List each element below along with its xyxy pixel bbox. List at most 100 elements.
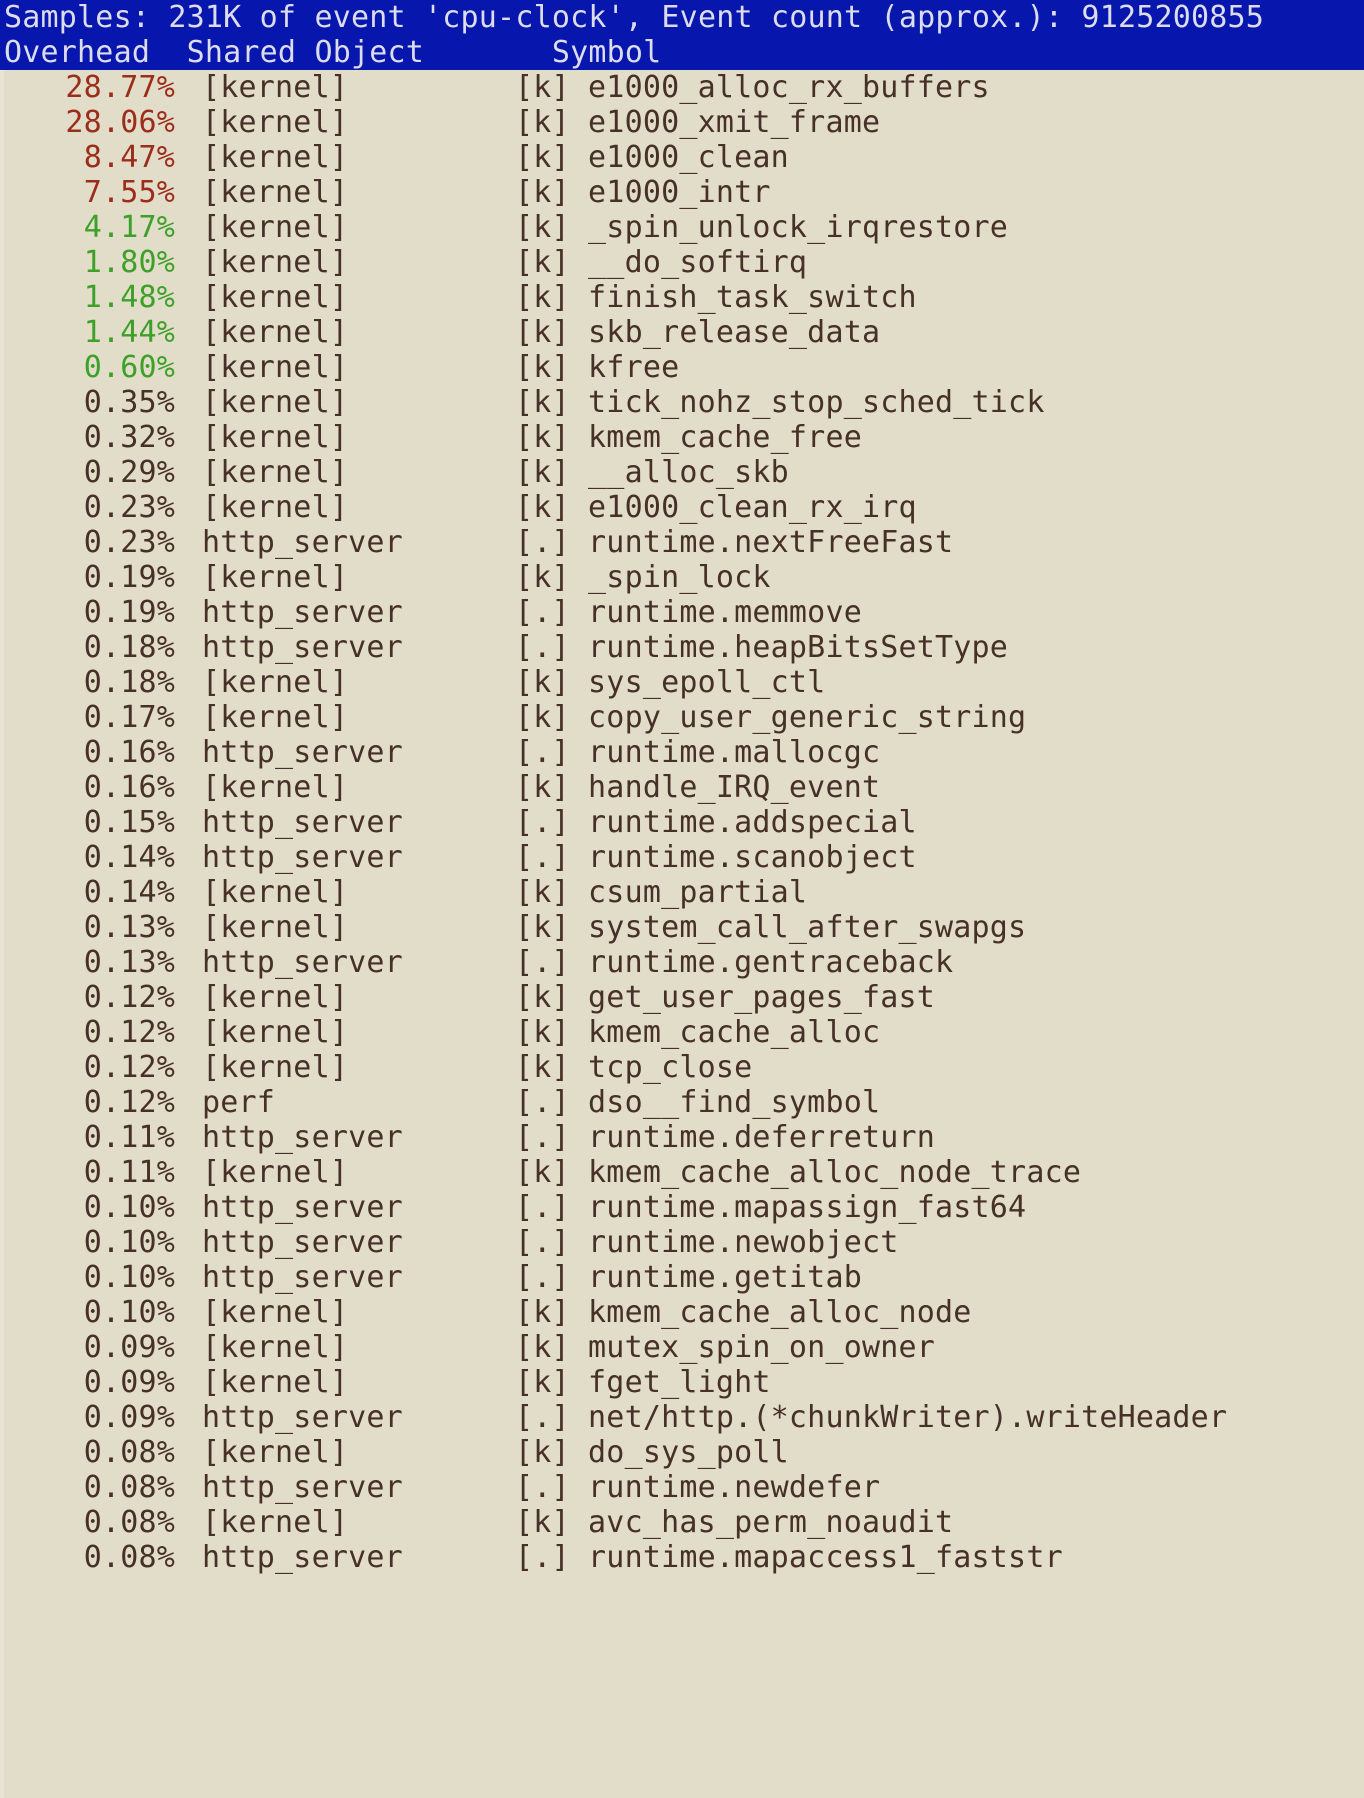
shared-object-cell: http_server xyxy=(202,735,403,770)
shared-object-cell: http_server xyxy=(202,1120,403,1155)
table-row[interactable]: 0.16% [kernel] [k] handle_IRQ_event xyxy=(0,770,1364,805)
symbol-cell: [.] runtime.newobject xyxy=(515,1225,899,1260)
shared-object-cell: [kernel] xyxy=(202,385,349,420)
symbol-cell: [k] e1000_intr xyxy=(515,175,771,210)
table-row[interactable]: 1.44% [kernel] [k] skb_release_data xyxy=(0,315,1364,350)
symbol-cell: [.] runtime.newdefer xyxy=(515,1470,881,1505)
shared-object-cell: [kernel] xyxy=(202,875,349,910)
overhead-cell: 4.17% xyxy=(83,210,175,245)
table-row[interactable]: 8.47% [kernel] [k] e1000_clean xyxy=(0,140,1364,175)
report-header: Samples: 231K of event 'cpu-clock', Even… xyxy=(0,0,1364,70)
symbol-cell: [k] sys_epoll_ctl xyxy=(515,665,826,700)
shared-object-cell: http_server xyxy=(202,1470,403,1505)
overhead-cell: 0.19% xyxy=(83,560,175,595)
table-row[interactable]: 28.06% [kernel] [k] e1000_xmit_frame xyxy=(0,105,1364,140)
symbol-cell: [k] e1000_clean_rx_irq xyxy=(515,490,917,525)
overhead-cell: 0.23% xyxy=(83,525,175,560)
table-row[interactable]: 0.10% http_server [.] runtime.getitab xyxy=(0,1260,1364,1295)
table-row[interactable]: 0.60% [kernel] [k] kfree xyxy=(0,350,1364,385)
table-row[interactable]: 0.09% [kernel] [k] fget_light xyxy=(0,1365,1364,1400)
shared-object-cell: [kernel] xyxy=(202,1435,349,1470)
table-row[interactable]: 0.23% [kernel] [k] e1000_clean_rx_irq xyxy=(0,490,1364,525)
symbol-cell: [k] kmem_cache_free xyxy=(515,420,862,455)
table-row[interactable]: 0.17% [kernel] [k] copy_user_generic_strin… xyxy=(0,700,1364,735)
table-row[interactable]: 0.08% http_server [.] runtime.mapaccess1_f… xyxy=(0,1540,1364,1575)
symbol-cell: [k] tick_nohz_stop_sched_tick xyxy=(515,385,1045,420)
shared-object-cell: [kernel] xyxy=(202,280,349,315)
symbol-cell: [k] _spin_lock xyxy=(515,560,771,595)
table-row[interactable]: 0.12% [kernel] [k] tcp_close xyxy=(0,1050,1364,1085)
symbol-cell: [k] get_user_pages_fast xyxy=(515,980,936,1015)
shared-object-cell: [kernel] xyxy=(202,1295,349,1330)
overhead-cell: 0.08% xyxy=(83,1435,175,1470)
shared-object-cell: http_server xyxy=(202,1540,403,1575)
table-row[interactable]: 0.11% http_server [.] runtime.deferreturn xyxy=(0,1120,1364,1155)
table-row[interactable]: 0.35% [kernel] [k] tick_nohz_stop_sched_ti… xyxy=(0,385,1364,420)
table-row[interactable]: 0.08% http_server [.] runtime.newdefer xyxy=(0,1470,1364,1505)
table-row[interactable]: 0.18% [kernel] [k] sys_epoll_ctl xyxy=(0,665,1364,700)
table-row[interactable]: 0.09% [kernel] [k] mutex_spin_on_owner xyxy=(0,1330,1364,1365)
shared-object-cell: [kernel] xyxy=(202,1365,349,1400)
symbol-cell: [.] runtime.mapaccess1_faststr xyxy=(515,1540,1063,1575)
overhead-cell: 0.18% xyxy=(83,665,175,700)
symbol-cell: [k] handle_IRQ_event xyxy=(515,770,881,805)
symbol-cell: [.] runtime.addspecial xyxy=(515,805,917,840)
overhead-cell: 0.08% xyxy=(83,1505,175,1540)
table-row[interactable]: 0.12% [kernel] [k] kmem_cache_alloc xyxy=(0,1015,1364,1050)
table-row[interactable]: 0.08% [kernel] [k] do_sys_poll xyxy=(0,1435,1364,1470)
symbol-cell: [.] runtime.mapassign_fast64 xyxy=(515,1190,1027,1225)
overhead-cell: 0.35% xyxy=(83,385,175,420)
table-row[interactable]: 0.32% [kernel] [k] kmem_cache_free xyxy=(0,420,1364,455)
symbol-cell: [k] avc_has_perm_noaudit xyxy=(515,1505,954,1540)
table-row[interactable]: 4.17% [kernel] [k] _spin_unlock_irqrestore xyxy=(0,210,1364,245)
table-row[interactable]: 0.14% [kernel] [k] csum_partial xyxy=(0,875,1364,910)
overhead-cell: 7.55% xyxy=(83,175,175,210)
table-row[interactable]: 0.19% [kernel] [k] _spin_lock xyxy=(0,560,1364,595)
overhead-cell: 0.19% xyxy=(83,595,175,630)
table-row[interactable]: 0.10% http_server [.] runtime.newobject xyxy=(0,1225,1364,1260)
table-row[interactable]: 1.48% [kernel] [k] finish_task_switch xyxy=(0,280,1364,315)
overhead-cell: 0.18% xyxy=(83,630,175,665)
shared-object-cell: [kernel] xyxy=(202,665,349,700)
overhead-cell: 0.10% xyxy=(83,1190,175,1225)
table-row[interactable]: 0.18% http_server [.] runtime.heapBitsSetT… xyxy=(0,630,1364,665)
table-row[interactable]: 7.55% [kernel] [k] e1000_intr xyxy=(0,175,1364,210)
table-row[interactable]: 0.13% http_server [.] runtime.gentraceback xyxy=(0,945,1364,980)
table-row[interactable]: 0.14% http_server [.] runtime.scanobject xyxy=(0,840,1364,875)
table-row[interactable]: 0.09% http_server [.] net/http.(*chunkWrit… xyxy=(0,1400,1364,1435)
table-row[interactable]: 0.10% [kernel] [k] kmem_cache_alloc_node xyxy=(0,1295,1364,1330)
table-row[interactable]: 0.13% [kernel] [k] system_call_after_swapg… xyxy=(0,910,1364,945)
table-row[interactable]: 0.11% [kernel] [k] kmem_cache_alloc_node_t… xyxy=(0,1155,1364,1190)
table-row[interactable]: 0.12% perf [.] dso__find_symbol xyxy=(0,1085,1364,1120)
overhead-cell: 0.10% xyxy=(83,1295,175,1330)
overhead-cell: 0.08% xyxy=(83,1470,175,1505)
shared-object-cell: http_server xyxy=(202,945,403,980)
table-row[interactable]: 0.08% [kernel] [k] avc_has_perm_noaudit xyxy=(0,1505,1364,1540)
table-row[interactable]: 1.80% [kernel] [k] __do_softirq xyxy=(0,245,1364,280)
table-row[interactable]: 0.19% http_server [.] runtime.memmove xyxy=(0,595,1364,630)
table-row[interactable]: 0.10% http_server [.] runtime.mapassign_fa… xyxy=(0,1190,1364,1225)
overhead-cell: 0.13% xyxy=(83,910,175,945)
shared-object-cell: [kernel] xyxy=(202,910,349,945)
table-row[interactable]: 28.77% [kernel] [k] e1000_alloc_rx_buffers xyxy=(0,70,1364,105)
sample-table-body[interactable]: 28.77% [kernel] [k] e1000_alloc_rx_buffers… xyxy=(0,70,1364,1575)
table-row[interactable]: 0.12% [kernel] [k] get_user_pages_fast xyxy=(0,980,1364,1015)
table-row[interactable]: 0.16% http_server [.] runtime.mallocgc xyxy=(0,735,1364,770)
symbol-cell: [.] dso__find_symbol xyxy=(515,1085,881,1120)
shared-object-cell: http_server xyxy=(202,1400,403,1435)
overhead-cell: 0.17% xyxy=(83,700,175,735)
shared-object-cell: [kernel] xyxy=(202,490,349,525)
table-row[interactable]: 0.15% http_server [.] runtime.addspecial xyxy=(0,805,1364,840)
symbol-cell: [.] runtime.deferreturn xyxy=(515,1120,936,1155)
table-row[interactable]: 0.23% http_server [.] runtime.nextFreeFast xyxy=(0,525,1364,560)
shared-object-cell: http_server xyxy=(202,840,403,875)
symbol-cell: [k] mutex_spin_on_owner xyxy=(515,1330,936,1365)
table-row[interactable]: 0.29% [kernel] [k] __alloc_skb xyxy=(0,455,1364,490)
overhead-cell: 0.14% xyxy=(83,840,175,875)
symbol-cell: [.] runtime.nextFreeFast xyxy=(515,525,954,560)
overhead-cell: 0.09% xyxy=(83,1400,175,1435)
symbol-cell: [k] skb_release_data xyxy=(515,315,881,350)
overhead-cell: 28.06% xyxy=(65,105,175,140)
overhead-cell: 28.77% xyxy=(65,70,175,105)
shared-object-cell: http_server xyxy=(202,1260,403,1295)
